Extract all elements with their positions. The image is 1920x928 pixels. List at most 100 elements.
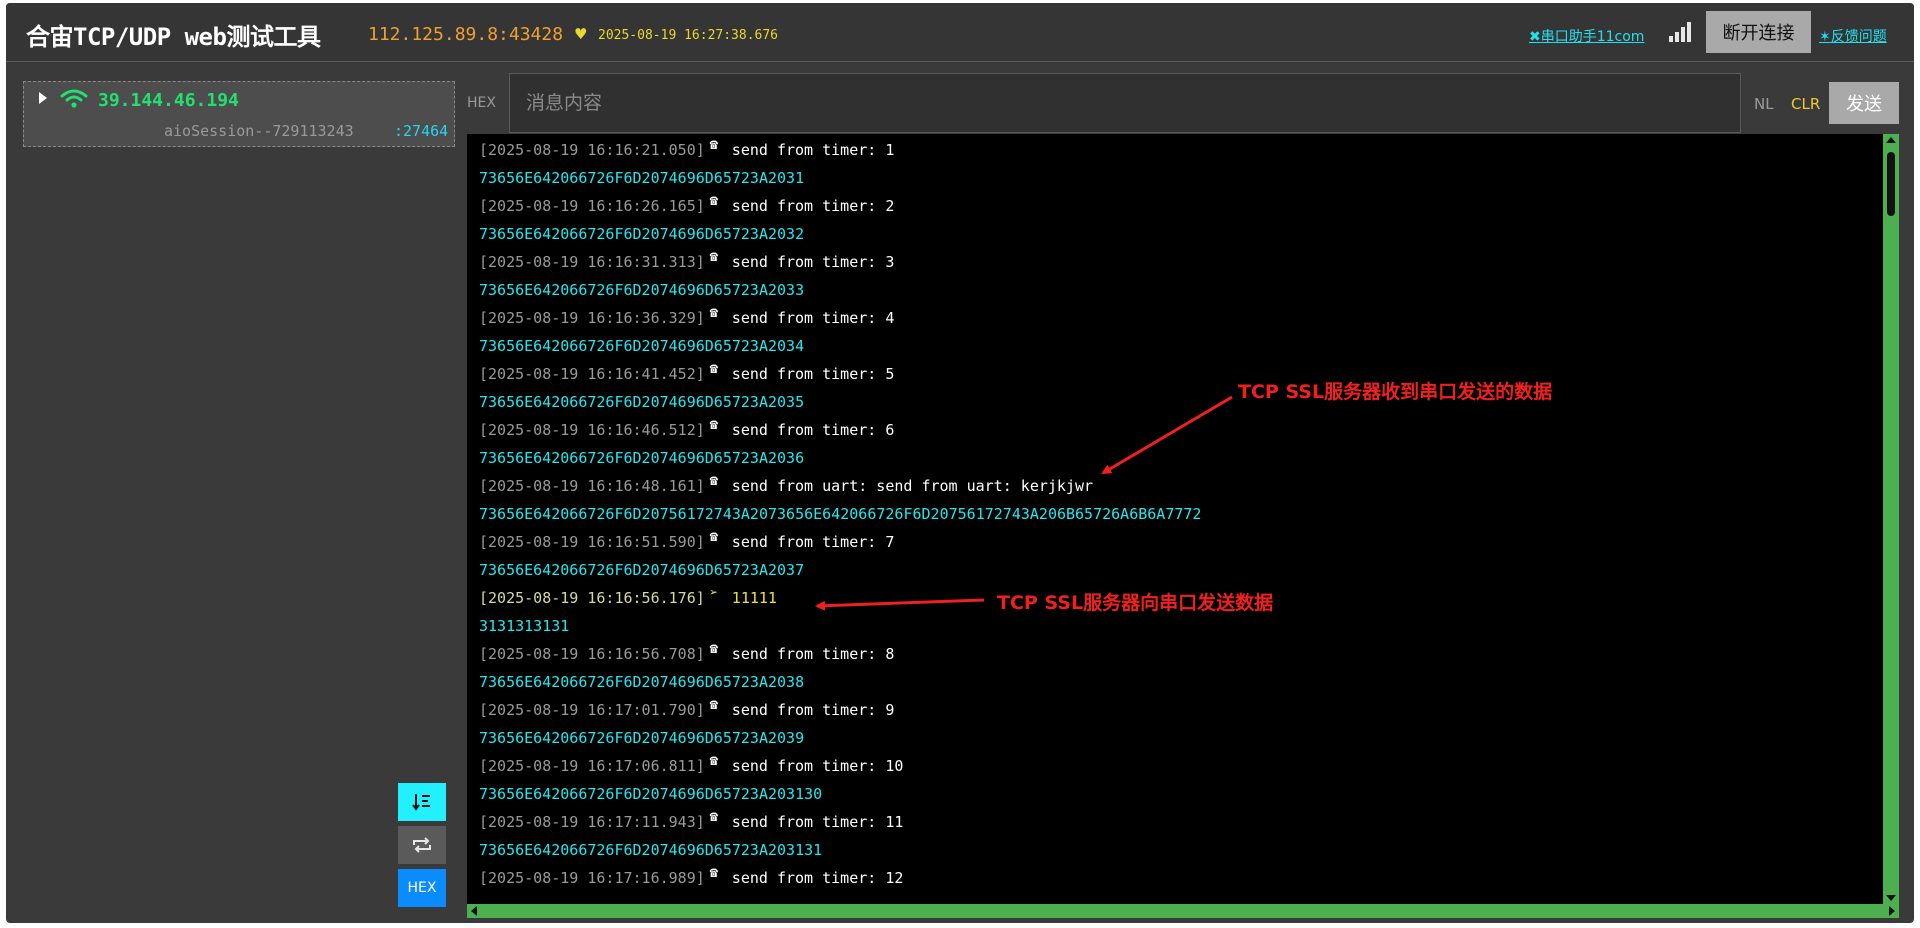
log-entry: [2025-08-19 16:16:51.590] ☎ send from tim… xyxy=(479,528,1879,556)
app-title: 合宙TCP/UDP web测试工具 xyxy=(26,23,321,51)
caret-right-icon[interactable] xyxy=(39,92,47,104)
log-timestamp: [2025-08-19 16:17:11.943] xyxy=(479,813,705,831)
log-hex: 3131313131 xyxy=(479,617,570,635)
log-entry: [2025-08-19 16:17:11.943] ☎ send from tim… xyxy=(479,808,1879,836)
log-hex: 73656E642066726F6D2074696D65723A2036 xyxy=(479,449,805,467)
log-message: send from timer: 3 xyxy=(722,253,895,271)
log-timestamp: [2025-08-19 16:16:56.708] xyxy=(479,645,705,663)
app-window: 合宙TCP/UDP web测试工具 112.125.89.8:43428 ♥ 2… xyxy=(6,3,1914,923)
vertical-scrollbar[interactable] xyxy=(1883,134,1899,904)
log-message: send from timer: 2 xyxy=(722,197,895,215)
log-entry: [2025-08-19 16:16:36.329] ☎ send from tim… xyxy=(479,304,1879,332)
hex-display-button[interactable]: HEX xyxy=(398,869,446,907)
log-list: [2025-08-19 16:16:21.050] ☎ send from tim… xyxy=(479,136,1879,892)
receive-icon: ☎ xyxy=(709,697,718,713)
log-entry: [2025-08-19 16:17:01.790] ☎ send from tim… xyxy=(479,696,1879,724)
log-timestamp: [2025-08-19 16:16:26.165] xyxy=(479,197,705,215)
log-timestamp: [2025-08-19 16:17:16.989] xyxy=(479,869,705,887)
send-button[interactable]: 发送 xyxy=(1829,82,1899,124)
receive-icon: ☎ xyxy=(709,361,718,377)
disconnect-button[interactable]: 断开连接 xyxy=(1706,11,1811,53)
server-time: 2025-08-19 16:27:38.676 xyxy=(598,28,779,43)
log-hex: 73656E642066726F6D2074696D65723A2031 xyxy=(479,169,805,187)
log-hex: 73656E642066726F6D2074696D65723A2034 xyxy=(479,337,805,355)
log-timestamp: [2025-08-19 16:16:48.161] xyxy=(479,477,705,495)
header-bar: 合宙TCP/UDP web测试工具 112.125.89.8:43428 ♥ 2… xyxy=(6,3,1914,62)
log-message: 11111 xyxy=(722,589,777,607)
log-message: send from timer: 8 xyxy=(722,645,895,663)
log-message: send from timer: 4 xyxy=(722,309,895,327)
scroll-down-arrow[interactable] xyxy=(1886,895,1896,901)
log-hex: 73656E642066726F6D2074696D65723A2038 xyxy=(479,673,805,691)
log-timestamp: [2025-08-19 16:16:31.313] xyxy=(479,253,705,271)
bug-icon: ✶ xyxy=(1819,29,1831,45)
log-entry: [2025-08-19 16:16:48.161] ☎ send from uar… xyxy=(479,472,1879,500)
log-entry: [2025-08-19 16:16:31.313] ☎ send from tim… xyxy=(479,248,1879,276)
receive-icon: ☎ xyxy=(709,641,718,657)
log-timestamp: [2025-08-19 16:17:01.790] xyxy=(479,701,705,719)
log-hex: 73656E642066726F6D2074696D65723A2033 xyxy=(479,281,805,299)
log-hex: 73656E642066726F6D2074696D65723A203131 xyxy=(479,841,823,859)
session-name: aioSession--729113243 xyxy=(164,122,354,140)
repeat-icon xyxy=(413,837,431,853)
scroll-up-arrow[interactable] xyxy=(1886,137,1896,143)
heart-icon: ♥ xyxy=(574,25,588,43)
log-entry: [2025-08-19 16:16:46.512] ☎ send from tim… xyxy=(479,416,1879,444)
receive-icon: ☎ xyxy=(709,249,718,265)
receive-icon: ☎ xyxy=(709,753,718,769)
log-timestamp: [2025-08-19 16:16:21.050] xyxy=(479,141,705,159)
log-timestamp: [2025-08-19 16:16:41.452] xyxy=(479,365,705,383)
log-timestamp: [2025-08-19 16:16:56.176] xyxy=(479,589,705,607)
message-input[interactable] xyxy=(509,73,1741,133)
log-timestamp: [2025-08-19 16:16:46.512] xyxy=(479,421,705,439)
log-timestamp: [2025-08-19 16:17:06.811] xyxy=(479,757,705,775)
log-message: send from timer: 12 xyxy=(722,869,904,887)
log-entry: [2025-08-19 16:16:41.452] ☎ send from tim… xyxy=(479,360,1879,388)
signal-icon xyxy=(1669,20,1695,42)
log-hex: 73656E642066726F6D2074696D65723A2039 xyxy=(479,729,805,747)
log-hex: 73656E642066726F6D2074696D65723A2032 xyxy=(479,225,805,243)
log-entry: [2025-08-19 16:16:56.708] ☎ send from tim… xyxy=(479,640,1879,668)
cross-icon: ✖ xyxy=(1529,29,1541,45)
log-panel[interactable]: [2025-08-19 16:16:21.050] ☎ send from tim… xyxy=(467,134,1899,904)
log-entry: [2025-08-19 16:17:06.811] ☎ send from tim… xyxy=(479,752,1879,780)
hex-send-toggle[interactable]: HEX xyxy=(467,95,496,111)
feedback-link[interactable]: ✶反馈问题 xyxy=(1819,26,1887,46)
receive-icon: ☎ xyxy=(709,305,718,321)
uart-helper-link-label: 串口助手11com xyxy=(1540,29,1645,45)
wifi-icon xyxy=(60,89,88,108)
server-address: 112.125.89.8:43428 xyxy=(368,24,564,45)
receive-icon: ☎ xyxy=(709,137,718,153)
log-message: send from uart: send from uart: kerjkjwr xyxy=(722,477,1094,495)
log-message: send from timer: 11 xyxy=(722,813,904,831)
log-timestamp: [2025-08-19 16:16:51.590] xyxy=(479,533,705,551)
newline-toggle[interactable]: NL xyxy=(1754,95,1774,113)
log-hex: 73656E642066726F6D2074696D65723A2037 xyxy=(479,561,805,579)
receive-icon: ☎ xyxy=(709,193,718,209)
feedback-link-label: 反馈问题 xyxy=(1830,29,1887,45)
log-entry: [2025-08-19 16:16:26.165] ☎ send from tim… xyxy=(479,192,1879,220)
log-entry: [2025-08-19 16:17:16.989] ☎ send from tim… xyxy=(479,864,1879,892)
receive-icon: ☎ xyxy=(709,809,718,825)
log-message: send from timer: 10 xyxy=(722,757,904,775)
uart-helper-link[interactable]: ✖串口助手11com xyxy=(1529,26,1644,46)
horizontal-scrollbar[interactable] xyxy=(467,904,1899,918)
receive-icon: ☎ xyxy=(709,417,718,433)
sort-down-icon xyxy=(412,794,430,811)
receive-icon: ☎ xyxy=(709,529,718,545)
log-hex: 73656E642066726F6D2074696D65723A2035 xyxy=(479,393,805,411)
log-message: send from timer: 9 xyxy=(722,701,895,719)
session-port: :27464 xyxy=(394,122,449,140)
scroll-left-arrow[interactable] xyxy=(471,906,477,916)
scrollbar-thumb[interactable] xyxy=(1887,152,1895,216)
log-hex: 73656E642066726F6D20756172743A2073656E64… xyxy=(479,505,1202,523)
log-entry: [2025-08-19 16:16:21.050] ☎ send from tim… xyxy=(479,136,1879,164)
repeat-button[interactable] xyxy=(398,826,446,864)
auto-scroll-button[interactable] xyxy=(398,783,446,821)
clear-button[interactable]: CLR xyxy=(1791,95,1820,113)
log-message: send from timer: 6 xyxy=(722,421,895,439)
receive-icon: ☎ xyxy=(709,473,718,489)
log-message: send from timer: 7 xyxy=(722,533,895,551)
scroll-right-arrow[interactable] xyxy=(1889,906,1895,916)
session-item[interactable]: 39.144.46.194 aioSession--729113243 :274… xyxy=(23,81,455,147)
